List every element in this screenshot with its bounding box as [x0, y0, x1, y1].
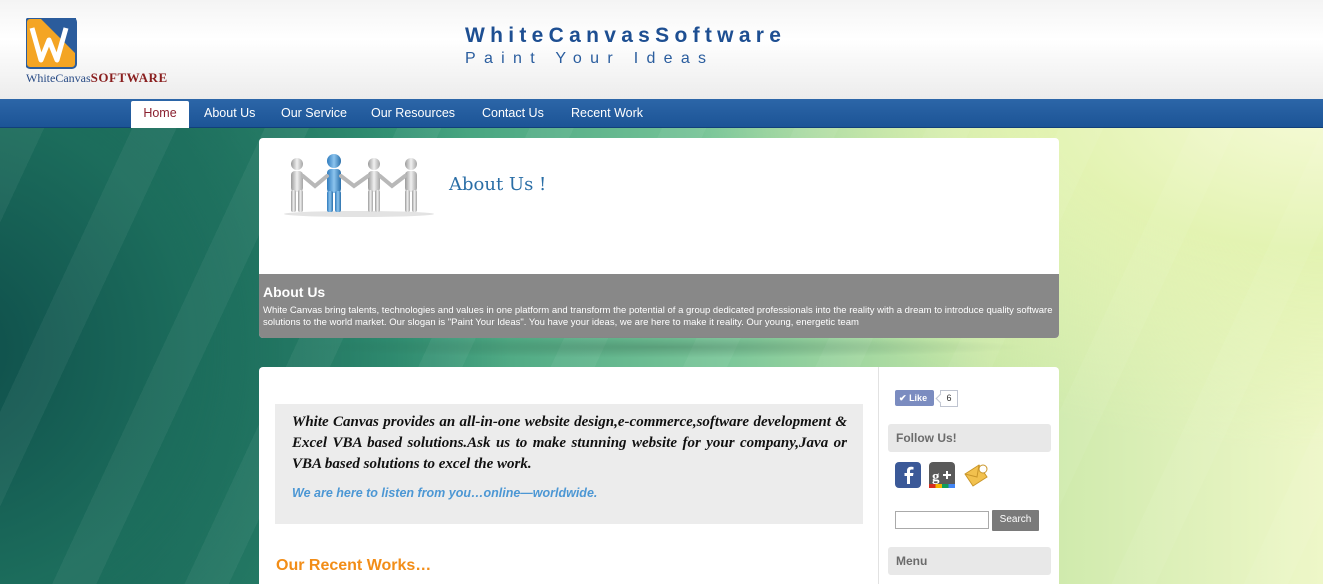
follow-us-heading: Follow Us! [888, 424, 1051, 452]
nav-recent-work[interactable]: Recent Work [559, 101, 655, 128]
site-title: WhiteCanvasSoftware [465, 24, 787, 47]
main-content: White Canvas provides an all-in-one webs… [259, 367, 1059, 584]
promo-box: White Canvas provides an all-in-one webs… [275, 404, 863, 524]
banner-shadow [300, 336, 1030, 358]
about-heading: About Us ! [449, 174, 547, 195]
google-plus-icon[interactable]: g [929, 462, 955, 488]
main-nav: Home About Us Our Service Our Resources … [0, 99, 1323, 128]
about-banner: About Us ! About Us White Canvas bring t… [259, 138, 1059, 338]
search-button[interactable]: Search [992, 510, 1039, 531]
site-tagline: Paint Your Ideas [465, 50, 715, 67]
recent-works-heading: Our Recent Works… [276, 557, 432, 574]
nav-about-us[interactable]: About Us [192, 101, 267, 128]
email-icon[interactable] [963, 462, 989, 488]
logo-text: WhiteCanvasSOFTWARE [26, 70, 168, 85]
like-label: Like [909, 393, 928, 403]
about-band-title: About Us [263, 284, 326, 300]
search-input[interactable] [895, 511, 989, 529]
promo-subtext: We are here to listen from you…online—wo… [292, 486, 598, 500]
sidebar: ✔ Like 6 Follow Us! g Search Menu [878, 367, 1059, 584]
check-icon: ✔ [899, 393, 907, 403]
menu-heading: Menu [888, 547, 1051, 575]
team-people-icon [284, 154, 434, 217]
promo-text: White Canvas provides an all-in-one webs… [292, 414, 847, 472]
like-count: 6 [940, 390, 958, 407]
about-band-text: White Canvas bring talents, technologies… [263, 305, 1053, 328]
svg-text:g: g [932, 469, 940, 485]
logo-mark-icon [26, 18, 77, 69]
nav-contact-us[interactable]: Contact Us [470, 101, 556, 128]
facebook-icon[interactable] [895, 462, 921, 488]
facebook-like-button[interactable]: ✔ Like [895, 390, 934, 406]
site-header: WhiteCanvasSOFTWARE WhiteCanvasSoftware … [0, 0, 1323, 99]
about-band: About Us White Canvas bring talents, tec… [259, 274, 1059, 338]
nav-our-resources[interactable]: Our Resources [359, 101, 467, 128]
site-logo[interactable]: WhiteCanvasSOFTWARE [26, 18, 188, 88]
nav-home[interactable]: Home [131, 101, 189, 128]
nav-our-service[interactable]: Our Service [269, 101, 359, 128]
